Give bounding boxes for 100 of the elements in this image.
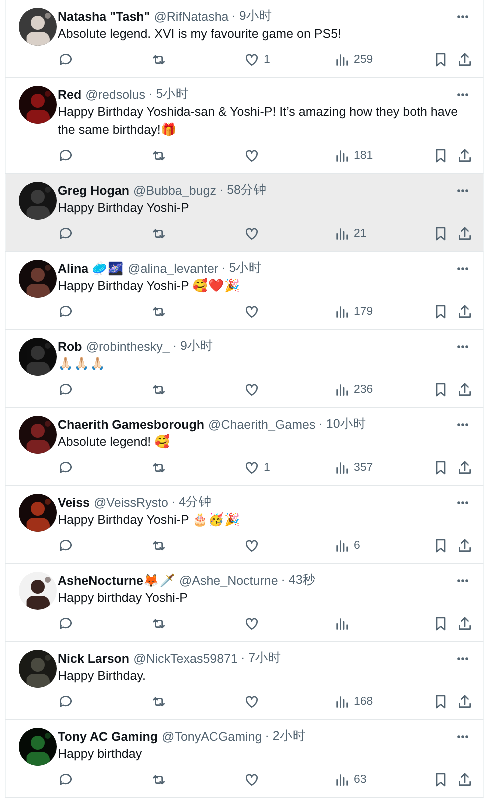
user-name[interactable]: Greg Hogan xyxy=(58,184,130,198)
reply-icon[interactable] xyxy=(58,148,74,164)
post-time: · 9小时 xyxy=(232,8,272,25)
more-icon[interactable] xyxy=(457,656,469,660)
reply-icon[interactable] xyxy=(58,226,74,242)
user-name[interactable]: Veiss xyxy=(58,496,90,510)
user-name[interactable]: Rob xyxy=(58,340,82,354)
share-icon[interactable] xyxy=(457,460,473,476)
user-handle[interactable]: @Ashe_Nocturne xyxy=(179,574,278,588)
bar-chart-icon[interactable] xyxy=(334,304,350,320)
user-name[interactable]: Natasha "Tash" xyxy=(58,10,150,24)
bar-chart-icon[interactable] xyxy=(334,52,350,68)
reply-card[interactable]: Veiss @VeissRysto · 4分钟 Happy Birthday Yoshi-P 🎂🥳🎉 6 xyxy=(5,486,484,564)
reply-icon[interactable] xyxy=(58,772,74,788)
user-handle[interactable]: @Bubba_bugz xyxy=(134,184,216,198)
user-name[interactable]: Chaerith Gamesborough xyxy=(58,418,205,432)
reply-card[interactable]: Nick Larson @NickTexas59871 · 7小时 Happy Birthday. 168 xyxy=(5,642,484,720)
heart-icon[interactable] xyxy=(244,538,260,554)
user-handle[interactable]: @NickTexas59871 xyxy=(134,652,238,666)
reply-card[interactable]: Alina 🥏🌌 @alina_levanter · 5小时 Happy Birthday Yoshi-P 🥰❤🎉 179 xyxy=(5,252,484,330)
user-name[interactable]: Nick Larson xyxy=(58,652,130,666)
share-icon[interactable] xyxy=(457,52,473,68)
bar-chart-icon[interactable] xyxy=(334,460,350,476)
reply-icon[interactable] xyxy=(58,460,74,476)
view-count: 168 xyxy=(354,696,374,708)
reply-card[interactable]: Natasha "Tash" @RifNatasha · 9小时 Absolute legend. XVI is my favourite game on PS5! 1 259 xyxy=(5,0,484,78)
share-icon[interactable] xyxy=(457,772,473,788)
more-icon[interactable] xyxy=(457,14,469,18)
user-handle[interactable]: @VeissRysto xyxy=(94,496,169,510)
share-icon[interactable] xyxy=(457,616,473,632)
more-icon[interactable] xyxy=(457,344,469,348)
heart-icon[interactable] xyxy=(244,148,260,164)
reply-card[interactable]: Tony AC Gaming @TonyACGaming · 2小时 Happy birthday 63 xyxy=(5,720,484,798)
share-icon[interactable] xyxy=(457,226,473,242)
reply-icon[interactable] xyxy=(58,694,74,710)
view-count: 6 xyxy=(354,540,360,552)
bar-chart-icon[interactable] xyxy=(334,772,350,788)
reply-icon[interactable] xyxy=(58,52,74,68)
more-icon[interactable] xyxy=(457,734,469,738)
heart-icon[interactable] xyxy=(244,52,260,68)
more-icon[interactable] xyxy=(457,266,469,270)
reply-icon[interactable] xyxy=(58,304,74,320)
share-icon[interactable] xyxy=(457,382,473,398)
user-handle[interactable]: @TonyACGaming xyxy=(162,730,262,744)
bar-chart-icon[interactable] xyxy=(334,382,350,398)
reply-text: Happy Birthday Yoshi-P 🎂🥳🎉 xyxy=(58,512,242,529)
more-icon[interactable] xyxy=(457,92,469,96)
bar-chart-icon[interactable] xyxy=(334,226,350,242)
user-name[interactable]: AsheNocturne🦊🗡 xyxy=(58,573,176,588)
user-handle[interactable]: @Chaerith_Games xyxy=(208,418,316,432)
reply-text: Happy Birthday. xyxy=(58,668,148,685)
share-icon[interactable] xyxy=(457,304,473,320)
more-icon[interactable] xyxy=(457,500,469,504)
user-name[interactable]: Tony AC Gaming xyxy=(58,730,158,744)
more-icon[interactable] xyxy=(457,578,469,582)
post-time: · 10小时 xyxy=(318,416,366,433)
reply-text: Happy birthday Yoshi-P xyxy=(58,590,189,607)
post-time: · 43秒 xyxy=(281,572,316,589)
heart-icon[interactable] xyxy=(244,616,260,632)
reply-icon[interactable] xyxy=(58,382,74,398)
view-count: 21 xyxy=(354,228,367,240)
view-count: 63 xyxy=(354,774,367,786)
reply-card[interactable]: Greg Hogan @Bubba_bugz · 58分钟 Happy Birthday Yoshi-P 21 xyxy=(5,174,484,252)
share-icon[interactable] xyxy=(457,148,473,164)
view-count: 357 xyxy=(354,462,374,474)
user-handle[interactable]: @RifNatasha xyxy=(154,10,229,24)
reply-icon[interactable] xyxy=(58,616,74,632)
reply-card[interactable]: Chaerith Gamesborough @Chaerith_Games · 10小时 Absolute legend! 🥰 1 357 xyxy=(5,408,484,486)
bar-chart-icon[interactable] xyxy=(334,538,350,554)
reply-text: Happy Birthday Yoshi-P 🥰❤🎉 xyxy=(58,278,242,295)
post-time: · 4分钟 xyxy=(172,494,212,511)
post-time: · 58分钟 xyxy=(219,182,267,199)
heart-icon[interactable] xyxy=(244,694,260,710)
heart-icon[interactable] xyxy=(244,304,260,320)
view-count: 181 xyxy=(354,150,374,162)
reply-text: Happy Birthday Yoshida-san & Yoshi-P! It’s amazing how they both have the same birthday!🎁 xyxy=(58,104,460,139)
view-count: 179 xyxy=(354,306,374,318)
bar-chart-icon[interactable] xyxy=(334,148,350,164)
heart-icon[interactable] xyxy=(244,460,260,476)
reply-icon[interactable] xyxy=(58,538,74,554)
reply-card[interactable]: Red @redsolus · 5小时 Happy Birthday Yoshida-san & Yoshi-P! It’s amazing how they both have the same birthday!🎁 181 xyxy=(5,78,484,174)
user-handle[interactable]: @redsolus xyxy=(86,88,146,102)
more-icon[interactable] xyxy=(457,422,469,426)
heart-icon[interactable] xyxy=(244,226,260,242)
bar-chart-icon[interactable] xyxy=(334,616,350,632)
user-name[interactable]: Alina 🥏🌌 xyxy=(58,261,124,276)
more-icon[interactable] xyxy=(457,188,469,192)
user-name[interactable]: Red xyxy=(58,88,82,102)
like-count: 1 xyxy=(264,462,270,474)
view-count: 236 xyxy=(354,384,374,396)
user-handle[interactable]: @robinthesky_ xyxy=(86,340,170,354)
share-icon[interactable] xyxy=(457,694,473,710)
reply-card[interactable]: AsheNocturne🦊🗡 @Ashe_Nocturne · 43秒 Happy birthday Yoshi-P xyxy=(5,564,484,642)
share-icon[interactable] xyxy=(457,538,473,554)
heart-icon[interactable] xyxy=(244,382,260,398)
view-count: 259 xyxy=(354,54,374,66)
reply-card[interactable]: Rob @robinthesky_ · 9小时 🙏🏻🙏🏻🙏🏻 236 xyxy=(5,330,484,408)
user-handle[interactable]: @alina_levanter xyxy=(128,262,219,276)
bar-chart-icon[interactable] xyxy=(334,694,350,710)
heart-icon[interactable] xyxy=(244,772,260,788)
